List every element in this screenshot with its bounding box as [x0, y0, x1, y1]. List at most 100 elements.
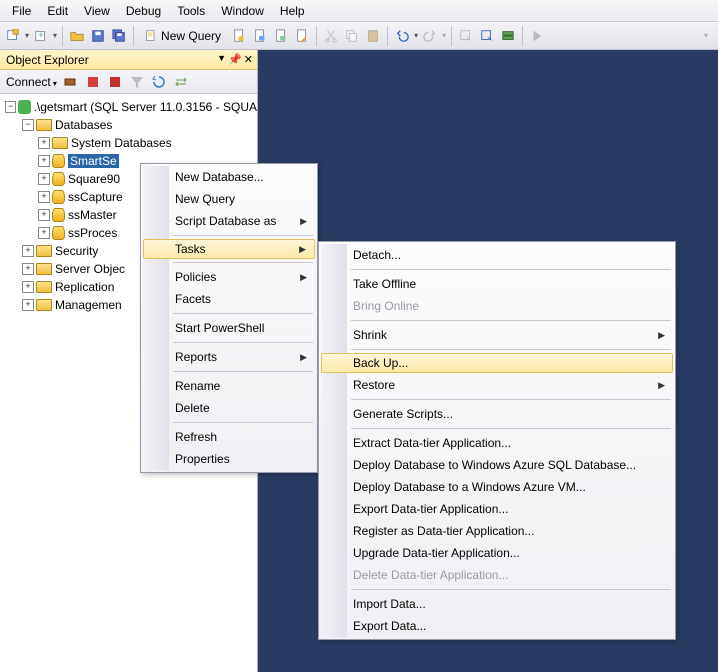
menu-help[interactable]: Help [272, 2, 313, 20]
expand-icon[interactable]: + [38, 155, 50, 167]
menu-file[interactable]: File [4, 2, 39, 20]
ctx-bring-online: Bring Online [321, 295, 673, 317]
submenu-arrow-icon: ▶ [300, 216, 307, 227]
stop2-icon[interactable] [107, 74, 123, 90]
ctx-powershell[interactable]: Start PowerShell [143, 317, 315, 339]
paste-icon[interactable] [364, 27, 382, 45]
redo-icon[interactable] [421, 27, 439, 45]
menu-tools[interactable]: Tools [169, 2, 213, 20]
new-project-icon[interactable] [4, 27, 22, 45]
filter-icon[interactable] [129, 74, 145, 90]
stop-icon[interactable] [85, 74, 101, 90]
nav2-icon[interactable] [478, 27, 496, 45]
server-icon[interactable] [499, 27, 517, 45]
run-icon[interactable] [528, 27, 546, 45]
menu-separator [173, 235, 313, 236]
server-node-icon [18, 100, 30, 114]
cut-icon[interactable] [322, 27, 340, 45]
panel-close-icon[interactable]: ✕ [244, 53, 253, 66]
database-icon [52, 190, 65, 204]
sync-icon[interactable] [173, 74, 189, 90]
tree-databases[interactable]: −Databases [0, 116, 257, 134]
expand-icon[interactable]: + [38, 173, 50, 185]
expand-icon[interactable]: + [38, 209, 50, 221]
new-query-button[interactable]: New Query [139, 27, 227, 45]
ctx-delete-dta: Delete Data-tier Application... [321, 564, 673, 586]
separator [62, 26, 63, 46]
ctx-policies[interactable]: Policies▶ [143, 266, 315, 288]
refresh-icon[interactable] [151, 74, 167, 90]
menu-window[interactable]: Window [213, 2, 272, 20]
menu-separator [351, 349, 671, 350]
save-all-icon[interactable] [110, 27, 128, 45]
ctx-new-query[interactable]: New Query [143, 188, 315, 210]
save-icon[interactable] [89, 27, 107, 45]
tree-sysdb[interactable]: +System Databases [0, 134, 257, 152]
panel-toolbar: Connect ▾ [0, 70, 257, 94]
ctx-generate-scripts[interactable]: Generate Scripts... [321, 403, 673, 425]
panel-header: Object Explorer ▼ 📌 ✕ [0, 50, 257, 70]
database-icon [52, 172, 65, 186]
expand-icon[interactable]: + [38, 227, 50, 239]
menu-separator [173, 371, 313, 372]
menu-view[interactable]: View [76, 2, 118, 20]
copy-icon[interactable] [343, 27, 361, 45]
ctx-take-offline[interactable]: Take Offline [321, 273, 673, 295]
ctx-restore[interactable]: Restore▶ [321, 374, 673, 396]
ctx-detach[interactable]: Detach... [321, 244, 673, 266]
submenu-arrow-icon: ▶ [658, 380, 665, 391]
expand-icon[interactable]: + [22, 245, 34, 257]
ctx-rename[interactable]: Rename [143, 375, 315, 397]
ctx-new-database[interactable]: New Database... [143, 166, 315, 188]
menu-separator [173, 313, 313, 314]
ctx-extract-dta[interactable]: Extract Data-tier Application... [321, 432, 673, 454]
ctx-shrink[interactable]: Shrink▶ [321, 324, 673, 346]
menu-edit[interactable]: Edit [39, 2, 76, 20]
expand-icon[interactable]: + [22, 263, 34, 275]
separator [451, 26, 452, 46]
panel-pin-icon[interactable]: 📌 [228, 53, 242, 66]
disconnect-icon[interactable] [63, 74, 79, 90]
ctx-import-data[interactable]: Import Data... [321, 593, 673, 615]
connect-button[interactable]: Connect ▾ [6, 75, 57, 89]
ctx-backup[interactable]: Back Up... [321, 353, 673, 373]
doc3-icon[interactable] [272, 27, 290, 45]
ctx-deploy-azure[interactable]: Deploy Database to Windows Azure SQL Dat… [321, 454, 673, 476]
ctx-reports[interactable]: Reports▶ [143, 346, 315, 368]
doc2-icon[interactable] [251, 27, 269, 45]
doc1-icon[interactable] [230, 27, 248, 45]
menu-separator [351, 399, 671, 400]
nav1-icon[interactable] [457, 27, 475, 45]
panel-dropdown-icon[interactable]: ▼ [217, 53, 226, 66]
tree-server[interactable]: −.\getsmart (SQL Server 11.0.3156 - SQUA [0, 98, 257, 116]
menu-separator [173, 422, 313, 423]
svg-text:+: + [38, 29, 44, 41]
toolbar: ▾ + ▾ New Query ▾ ▾ ▾ [0, 22, 718, 50]
expand-icon[interactable]: + [22, 281, 34, 293]
submenu-arrow-icon: ▶ [658, 330, 665, 341]
ctx-refresh[interactable]: Refresh [143, 426, 315, 448]
open-icon[interactable] [68, 27, 86, 45]
expand-icon[interactable]: + [22, 299, 34, 311]
database-icon [52, 154, 65, 168]
collapse-icon[interactable]: − [5, 101, 16, 113]
menubar: File Edit View Debug Tools Window Help [0, 0, 718, 22]
expand-icon[interactable]: + [38, 137, 50, 149]
ctx-properties[interactable]: Properties [143, 448, 315, 470]
ctx-deploy-vm[interactable]: Deploy Database to a Windows Azure VM... [321, 476, 673, 498]
ctx-export-data[interactable]: Export Data... [321, 615, 673, 637]
menu-debug[interactable]: Debug [118, 2, 169, 20]
ctx-script-database[interactable]: Script Database as▶ [143, 210, 315, 232]
doc4-icon[interactable] [293, 27, 311, 45]
ctx-facets[interactable]: Facets [143, 288, 315, 310]
add-icon[interactable]: + [32, 27, 50, 45]
ctx-export-dta[interactable]: Export Data-tier Application... [321, 498, 673, 520]
ctx-tasks[interactable]: Tasks▶ [143, 239, 315, 259]
expand-icon[interactable]: + [38, 191, 50, 203]
ctx-upgrade-dta[interactable]: Upgrade Data-tier Application... [321, 542, 673, 564]
collapse-icon[interactable]: − [22, 119, 34, 131]
undo-icon[interactable] [393, 27, 411, 45]
menu-separator [351, 428, 671, 429]
ctx-register-dta[interactable]: Register as Data-tier Application... [321, 520, 673, 542]
ctx-delete[interactable]: Delete [143, 397, 315, 419]
